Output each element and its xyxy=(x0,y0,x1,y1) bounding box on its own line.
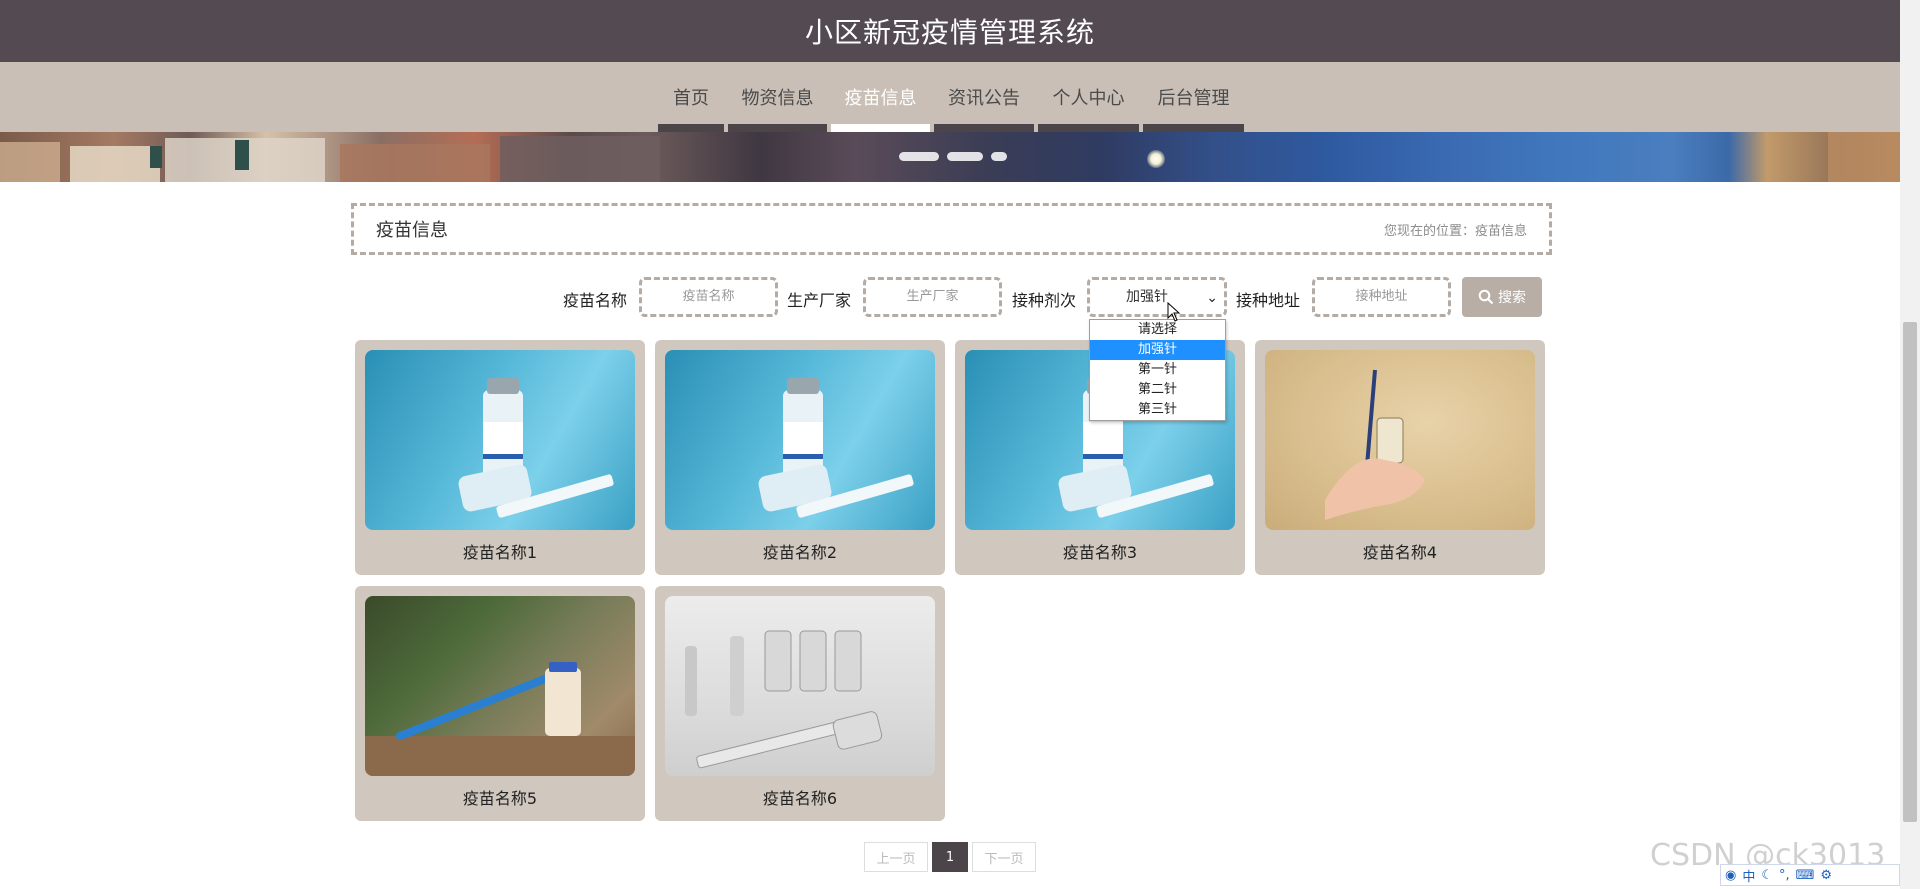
dose-select[interactable]: 加强针 ⌄ xyxy=(1087,277,1227,317)
nav-home-label: 首页 xyxy=(673,88,709,109)
page-number[interactable]: 1 xyxy=(932,842,968,872)
manufacturer-label: 生产厂家 xyxy=(787,291,852,310)
banner-building xyxy=(1828,132,1900,182)
carousel-dot[interactable] xyxy=(991,152,1007,161)
search-button-label: 搜索 xyxy=(1498,290,1526,306)
vaccine-image xyxy=(665,350,935,530)
vaccine-image xyxy=(365,596,635,776)
site-title: 小区新冠疫情管理系统 xyxy=(804,16,1095,49)
address-label: 接种地址 xyxy=(1236,291,1301,310)
search-bar: 疫苗名称 疫苗名称 生产厂家 生产厂家 接种剂次 加强针 ⌄ 接种地址 接种地址… xyxy=(0,277,1900,319)
vaccine-name-input[interactable]: 疫苗名称 xyxy=(639,277,778,317)
address-input[interactable]: 接种地址 xyxy=(1312,277,1451,317)
nav-admin[interactable]: 后台管理 xyxy=(1141,62,1246,132)
hand-syringe-icon xyxy=(1325,369,1425,520)
nav-vaccine-label: 疫苗信息 xyxy=(844,88,917,109)
nav-supplies[interactable]: 物资信息 xyxy=(726,62,829,132)
settings-icon[interactable]: ⚙ xyxy=(1820,868,1832,883)
banner-building xyxy=(340,144,490,182)
vaccine-name-label: 疫苗名称 xyxy=(563,291,628,310)
search-icon xyxy=(1478,289,1494,305)
nav-supplies-label: 物资信息 xyxy=(741,88,814,109)
nav-news[interactable]: 资讯公告 xyxy=(932,62,1036,132)
nav-home-indicator xyxy=(658,124,724,132)
manufacturer-input[interactable]: 生产厂家 xyxy=(863,277,1002,317)
carousel-dot[interactable] xyxy=(899,152,939,161)
breadcrumb: 您现在的位置：疫苗信息 xyxy=(1383,223,1527,239)
keyboard-icon[interactable]: ⌨ xyxy=(1796,868,1815,883)
banner-building xyxy=(0,142,60,182)
mouse-cursor-icon xyxy=(1167,302,1181,322)
vaccine-name: 疫苗名称4 xyxy=(1362,543,1438,562)
ime-toolbar: ◉ 中 ☾ °, ⌨ ⚙ xyxy=(1720,864,1900,886)
ime-logo-icon[interactable]: ◉ xyxy=(1725,868,1736,883)
site-header: 小区新冠疫情管理系统 xyxy=(0,0,1900,62)
scrollbar-thumb[interactable] xyxy=(1903,322,1917,822)
page: 小区新冠疫情管理系统 首页 物资信息 疫苗信息 资讯公告 个人中心 后台管理 疫… xyxy=(0,0,1920,889)
dose-option[interactable]: 第一针 xyxy=(1090,360,1225,380)
vaccine-card[interactable]: 疫苗名称2 xyxy=(655,340,945,575)
vaccine-card[interactable]: 疫苗名称5 xyxy=(355,586,645,821)
vaccine-card[interactable]: 疫苗名称4 xyxy=(1255,340,1545,575)
main-nav: 首页 物资信息 疫苗信息 资讯公告 个人中心 后台管理 xyxy=(0,62,1900,132)
vaccine-card[interactable]: 疫苗名称6 xyxy=(655,586,945,821)
dose-select-value: 加强针 xyxy=(1126,289,1168,305)
nav-profile-label: 个人中心 xyxy=(1052,88,1125,109)
vaccine-name: 疫苗名称2 xyxy=(762,543,838,562)
ime-mode[interactable]: 中 xyxy=(1742,866,1755,885)
banner-building xyxy=(70,146,160,182)
moon-icon[interactable]: ☾ xyxy=(1761,868,1773,883)
vaccine-vial-syringe-icon xyxy=(458,378,614,518)
dose-option[interactable]: 加强针 xyxy=(1090,340,1225,360)
nav-news-label: 资讯公告 xyxy=(948,88,1020,109)
nav-home[interactable]: 首页 xyxy=(656,62,726,132)
vaccine-image xyxy=(665,596,935,776)
nav-vaccine[interactable]: 疫苗信息 xyxy=(829,62,932,132)
nav-admin-indicator xyxy=(1143,124,1244,132)
carousel-dots xyxy=(899,152,1007,161)
nav-supplies-indicator xyxy=(728,124,827,132)
section-header: 疫苗信息 您现在的位置：疫苗信息 xyxy=(351,203,1552,255)
glass-vials-icon xyxy=(685,630,883,769)
dose-option[interactable]: 请选择 xyxy=(1090,320,1225,340)
vaccine-image xyxy=(365,350,635,530)
chevron-down-icon: ⌄ xyxy=(1206,290,1218,306)
carousel-dot[interactable] xyxy=(947,152,983,161)
pagination: 上一页 1 下一页 xyxy=(864,842,1036,872)
vaccine-name: 疫苗名称6 xyxy=(762,789,838,808)
dose-dropdown-list: 请选择 加强针 第一针 第二针 第三针 xyxy=(1089,319,1226,421)
vaccine-name: 疫苗名称3 xyxy=(1062,543,1138,562)
vaccine-name: 疫苗名称5 xyxy=(462,789,538,808)
prev-page-button[interactable]: 上一页 xyxy=(864,842,928,872)
nav-profile-indicator xyxy=(1038,124,1139,132)
vaccine-name: 疫苗名称1 xyxy=(462,543,538,562)
banner-lamp xyxy=(1147,150,1165,168)
nav-profile[interactable]: 个人中心 xyxy=(1036,62,1141,132)
nav-vaccine-indicator xyxy=(831,124,930,132)
section-title: 疫苗信息 xyxy=(376,220,448,241)
punctuation-icon[interactable]: °, xyxy=(1779,868,1790,883)
nav-news-indicator xyxy=(934,124,1034,132)
dose-option[interactable]: 第二针 xyxy=(1090,380,1225,400)
banner-window xyxy=(235,140,249,170)
banner-building xyxy=(500,136,660,182)
next-page-button[interactable]: 下一页 xyxy=(972,842,1036,872)
nav-admin-label: 后台管理 xyxy=(1157,88,1230,109)
search-button[interactable]: 搜索 xyxy=(1462,277,1542,317)
vaccine-vial-syringe-icon xyxy=(758,378,914,518)
banner-window xyxy=(150,146,162,168)
syringe-vial-icon xyxy=(365,662,635,776)
dose-label: 接种剂次 xyxy=(1012,291,1077,310)
vaccine-card[interactable]: 疫苗名称1 xyxy=(355,340,645,575)
vaccine-image xyxy=(1265,350,1535,530)
dose-option[interactable]: 第三针 xyxy=(1090,400,1225,420)
